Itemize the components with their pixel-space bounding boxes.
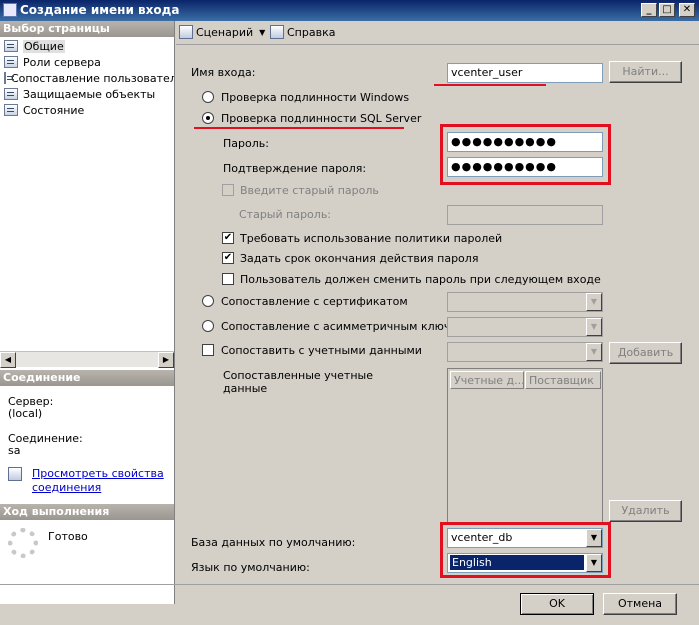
must-change-label: Пользователь должен сменить пароль при с… xyxy=(240,273,601,286)
connection-header: Соединение xyxy=(0,370,174,386)
enforce-policy-checkbox[interactable]: ✔ xyxy=(222,232,234,244)
close-button[interactable]: ✕ xyxy=(679,3,695,17)
properties-icon xyxy=(8,467,22,481)
windows-auth-label: Проверка подлинности Windows xyxy=(221,91,410,104)
help-icon xyxy=(270,25,284,39)
cred-map-label: Сопоставить с учетными данными xyxy=(221,344,422,357)
nav-item-label: Защищаемые объекты xyxy=(23,87,156,101)
progress-status: Готово xyxy=(48,530,88,543)
enforce-expiration-label: Задать срок окончания действия пароля xyxy=(240,252,479,265)
nav-scrollbar[interactable]: ◀ ▶ xyxy=(0,351,174,368)
highlight-underline-sql-auth xyxy=(194,127,404,129)
chevron-down-icon[interactable]: ▼ xyxy=(259,28,265,37)
cert-combo[interactable]: ▼ xyxy=(447,292,603,312)
default-lang-label: Язык по умолчанию: xyxy=(191,561,310,574)
connection-value: sa xyxy=(8,444,21,457)
login-name-input[interactable]: vcenter_user xyxy=(447,63,603,83)
must-change-checkbox[interactable] xyxy=(222,273,234,285)
ok-button[interactable]: OK xyxy=(520,593,594,615)
column-header-creds[interactable]: Учетные д... xyxy=(450,371,524,389)
nav-item-user-mapping[interactable]: Сопоставление пользователей xyxy=(4,70,174,86)
chevron-down-icon[interactable]: ▼ xyxy=(586,343,602,361)
nav-item-label: Роли сервера xyxy=(23,55,101,69)
password-label: Пароль: xyxy=(223,137,269,150)
script-button[interactable]: Сценарий ▼ xyxy=(179,25,265,39)
old-password-label: Старый пароль: xyxy=(239,208,332,221)
script-label: Сценарий xyxy=(196,25,254,39)
help-label: Справка xyxy=(287,25,336,39)
chevron-down-icon[interactable]: ▼ xyxy=(586,293,602,311)
enforce-expiration-checkbox[interactable]: ✔ xyxy=(222,252,234,264)
title-bar: Создание имени входа _ □ ✕ xyxy=(0,0,699,21)
left-pane: Выбор страницы Общие Роли сервера Сопост… xyxy=(0,21,175,604)
mapped-creds-grid[interactable]: Учетные д... Поставщик xyxy=(447,368,603,525)
toolbar: Сценарий ▼ Справка xyxy=(176,21,699,45)
cancel-button[interactable]: Отмена xyxy=(603,593,677,615)
highlight-box-defaults xyxy=(440,522,611,578)
cred-combo[interactable]: ▼ xyxy=(447,342,603,362)
asym-key-map-radio[interactable] xyxy=(202,320,214,332)
page-icon xyxy=(4,40,18,52)
window-icon xyxy=(3,3,17,17)
chevron-down-icon[interactable]: ▼ xyxy=(586,318,602,336)
column-header-provider[interactable]: Поставщик xyxy=(525,371,601,389)
progress-header: Ход выполнения xyxy=(0,504,174,520)
find-button[interactable]: Найти... xyxy=(609,61,682,83)
old-password-input[interactable] xyxy=(447,205,603,225)
progress-spinner-icon xyxy=(8,528,38,558)
scroll-left-button[interactable]: ◀ xyxy=(0,352,16,368)
page-icon xyxy=(4,56,18,68)
minimize-button[interactable]: _ xyxy=(641,3,657,17)
default-db-label: База данных по умолчанию: xyxy=(191,536,356,549)
nav-item-label: Общие xyxy=(23,39,65,53)
cert-map-radio[interactable] xyxy=(202,295,214,307)
add-button[interactable]: Добавить xyxy=(609,342,682,364)
sql-auth-label: Проверка подлинности SQL Server xyxy=(221,112,422,125)
page-icon xyxy=(4,72,14,84)
server-value: (local) xyxy=(8,407,43,420)
view-connection-props-link-2[interactable]: соединения xyxy=(32,481,101,494)
sql-auth-radio[interactable] xyxy=(202,112,214,124)
login-label: Имя входа: xyxy=(191,66,256,79)
cert-map-label: Сопоставление с сертификатом xyxy=(221,295,408,308)
highlight-box-passwords xyxy=(440,124,611,185)
help-button[interactable]: Справка xyxy=(270,25,335,39)
cred-map-checkbox[interactable] xyxy=(202,344,214,356)
nav-item-label: Сопоставление пользователей xyxy=(11,71,174,85)
page-select-header: Выбор страницы xyxy=(0,21,174,37)
script-icon xyxy=(179,25,193,39)
scroll-right-button[interactable]: ▶ xyxy=(158,352,174,368)
remove-button[interactable]: Удалить xyxy=(609,500,682,522)
view-connection-props-link[interactable]: Просмотреть свойства xyxy=(32,467,164,480)
window-title: Создание имени входа xyxy=(20,3,180,17)
nav-item-securables[interactable]: Защищаемые объекты xyxy=(4,86,155,102)
nav-item-server-roles[interactable]: Роли сервера xyxy=(4,54,101,70)
highlight-underline-login xyxy=(434,84,546,86)
old-password-check-label: Введите старый пароль xyxy=(240,184,379,197)
nav-item-label: Состояние xyxy=(23,103,85,117)
button-bar: OK Отмена xyxy=(0,584,699,625)
mapped-creds-label: Сопоставленные учетные xyxy=(223,369,373,382)
nav-item-status[interactable]: Состояние xyxy=(4,102,84,118)
page-icon xyxy=(4,104,18,116)
asym-key-map-label: Сопоставление с асимметричным ключом xyxy=(221,320,466,333)
nav-item-general[interactable]: Общие xyxy=(4,38,65,54)
confirm-password-label: Подтверждение пароля: xyxy=(223,162,367,175)
page-icon xyxy=(4,88,18,100)
maximize-button[interactable]: □ xyxy=(659,3,675,17)
old-password-checkbox[interactable] xyxy=(222,184,234,196)
enforce-policy-label: Требовать использование политики паролей xyxy=(240,232,503,245)
windows-auth-radio[interactable] xyxy=(202,91,214,103)
asym-key-combo[interactable]: ▼ xyxy=(447,317,603,337)
mapped-creds-label-2: данные xyxy=(223,382,268,395)
